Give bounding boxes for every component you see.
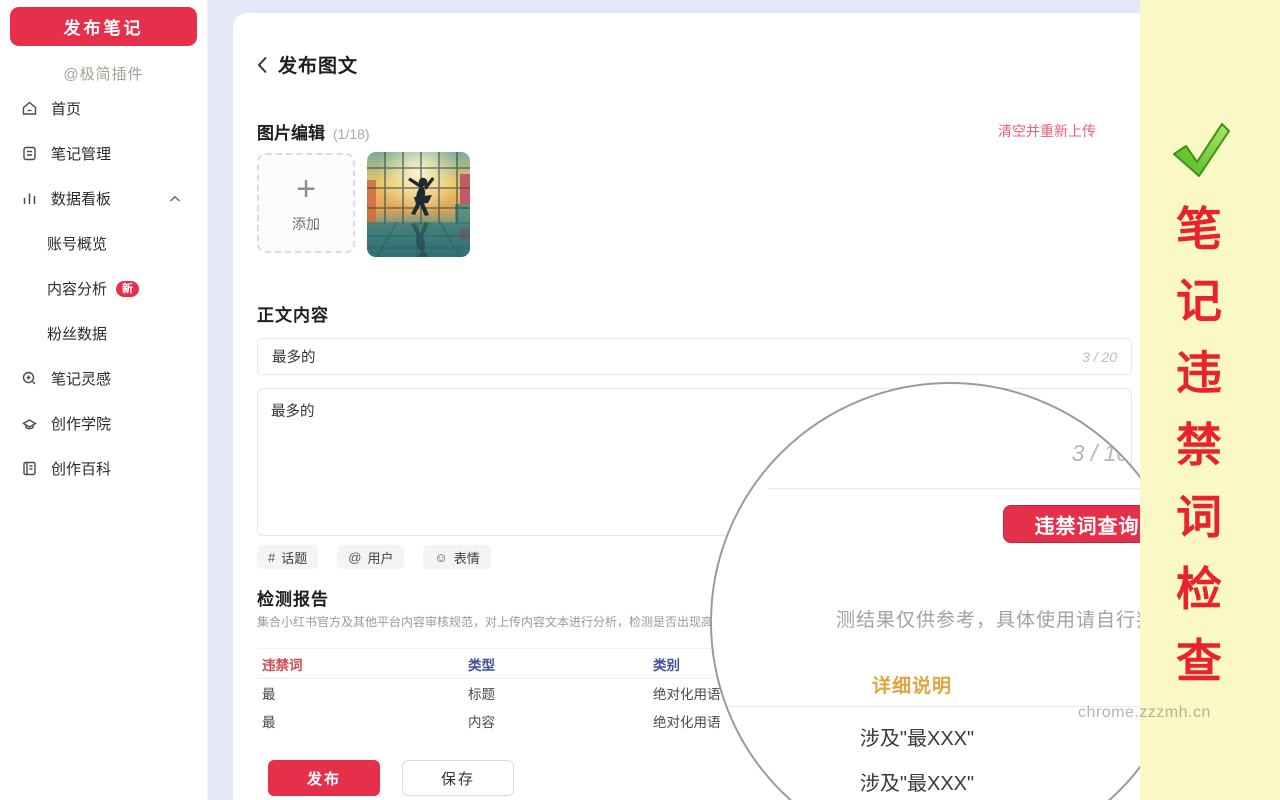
add-image-button[interactable]: + 添加 <box>257 153 355 253</box>
cell-type: 标题 <box>468 683 653 703</box>
sidebar-item-label: 粉丝数据 <box>47 323 107 344</box>
new-badge: 新 <box>116 281 139 297</box>
at-icon: @ <box>348 550 361 565</box>
chevron-left-icon <box>257 56 268 74</box>
chevron-up-icon[interactable] <box>169 190 181 207</box>
sidebar-item-fans-data[interactable]: 粉丝数据 <box>0 311 207 356</box>
plugin-watermark: @极简插件 <box>0 63 207 84</box>
mention-chip[interactable]: @ 用户 <box>337 545 404 569</box>
banner-char: 词 <box>1176 484 1222 556</box>
magnified-char-counter: 3 / 100 <box>952 440 1142 467</box>
banner-char: 笔 <box>1176 196 1222 268</box>
report-section-title: 检测报告 <box>257 585 329 610</box>
promo-banner: 笔 记 违 禁 词 检 查 <box>1140 0 1280 800</box>
topic-chip-label: 话题 <box>281 548 307 567</box>
insert-toolbar: # 话题 @ 用户 ☺ 表情 <box>257 545 491 569</box>
hash-icon: # <box>268 550 275 565</box>
body-textarea-value: 最多的 <box>271 404 315 420</box>
banner-char: 检 <box>1176 556 1222 628</box>
note-icon <box>21 145 38 162</box>
sidebar-item-account-overview[interactable]: 账号概览 <box>0 221 207 266</box>
title-input[interactable]: 最多的 3 / 20 <box>257 338 1132 375</box>
sidebar-item-creation-wiki[interactable]: 创作百科 <box>0 446 207 491</box>
emoji-chip[interactable]: ☺ 表情 <box>423 545 490 569</box>
sidebar-menu: 首页 笔记管理 数据看板 账号概览 内容分析 新 粉丝数据 <box>0 86 207 491</box>
sidebar-item-content-analysis[interactable]: 内容分析 新 <box>0 266 207 311</box>
sidebar-item-label: 首页 <box>51 98 81 119</box>
magnified-detail-header: 详细说明 <box>812 671 1012 698</box>
sidebar-item-note-manage[interactable]: 笔记管理 <box>0 131 207 176</box>
banner-char: 违 <box>1176 340 1222 412</box>
page-title: 发布图文 <box>278 51 358 78</box>
sidebar-item-label: 创作学院 <box>51 413 111 434</box>
magnified-detail-row: 涉及"最XXX" <box>802 767 1032 796</box>
title-char-counter: 3 / 20 <box>1082 349 1117 365</box>
magnified-disclaimer: 测结果仅供参考，具体使用请自行判断。 <box>836 605 1190 632</box>
sidebar-item-label: 笔记灵感 <box>51 368 111 389</box>
col-header-type: 类型 <box>468 654 653 674</box>
content-section-title: 正文内容 <box>257 301 329 326</box>
image-edit-header: 图片编辑 (1/18) <box>257 119 370 144</box>
publish-button[interactable]: 发布 <box>268 760 380 796</box>
sidebar-item-label: 内容分析 <box>47 278 107 299</box>
sidebar: 发布笔记 @极简插件 首页 笔记管理 数据看板 账号概览 <box>0 0 208 800</box>
inspiration-icon <box>21 370 38 387</box>
col-header-word: 违禁词 <box>257 654 468 674</box>
home-icon <box>21 100 38 117</box>
uploaded-image-thumbnail[interactable] <box>367 152 470 257</box>
add-image-label: 添加 <box>292 214 320 234</box>
emoji-icon: ☺ <box>434 550 447 565</box>
dashboard-icon <box>21 190 38 207</box>
cell-word: 最 <box>257 683 468 703</box>
academy-icon <box>21 415 38 432</box>
sidebar-item-label: 创作百科 <box>51 458 111 479</box>
banner-char: 查 <box>1176 628 1222 700</box>
mention-chip-label: 用户 <box>367 548 393 567</box>
green-check-icon <box>1166 118 1232 182</box>
sidebar-item-creation-academy[interactable]: 创作学院 <box>0 401 207 446</box>
publish-note-button[interactable]: 发布笔记 <box>10 7 197 46</box>
topic-chip[interactable]: # 话题 <box>257 545 318 569</box>
plus-icon: + <box>296 172 316 206</box>
divider <box>768 488 1190 489</box>
emoji-chip-label: 表情 <box>454 548 480 567</box>
title-input-value: 最多的 <box>272 346 316 367</box>
banner-vertical-text: 笔 记 违 禁 词 检 查 <box>1140 196 1258 700</box>
sidebar-item-label: 账号概览 <box>47 233 107 254</box>
banner-char: 记 <box>1176 268 1222 340</box>
clear-reupload-link[interactable]: 清空并重新上传 <box>998 121 1096 141</box>
banner-char: 禁 <box>1176 412 1222 484</box>
back-nav[interactable]: 发布图文 <box>257 51 358 78</box>
magnified-detail-row: 涉及"最XXX" <box>802 722 1032 751</box>
sidebar-item-label: 笔记管理 <box>51 143 111 164</box>
dancer-illustration <box>367 152 470 257</box>
sidebar-item-home[interactable]: 首页 <box>0 86 207 131</box>
sidebar-item-label: 数据看板 <box>51 188 111 209</box>
cell-type: 内容 <box>468 711 653 731</box>
cell-word: 最 <box>257 711 468 731</box>
sidebar-item-note-inspiration[interactable]: 笔记灵感 <box>0 356 207 401</box>
image-count: (1/18) <box>333 126 370 142</box>
sidebar-item-dashboard[interactable]: 数据看板 <box>0 176 207 221</box>
wiki-icon <box>21 460 38 477</box>
site-watermark: chrome.zzzmh.cn <box>1078 704 1211 722</box>
image-edit-title: 图片编辑 <box>257 119 325 144</box>
save-button[interactable]: 保存 <box>402 760 514 796</box>
